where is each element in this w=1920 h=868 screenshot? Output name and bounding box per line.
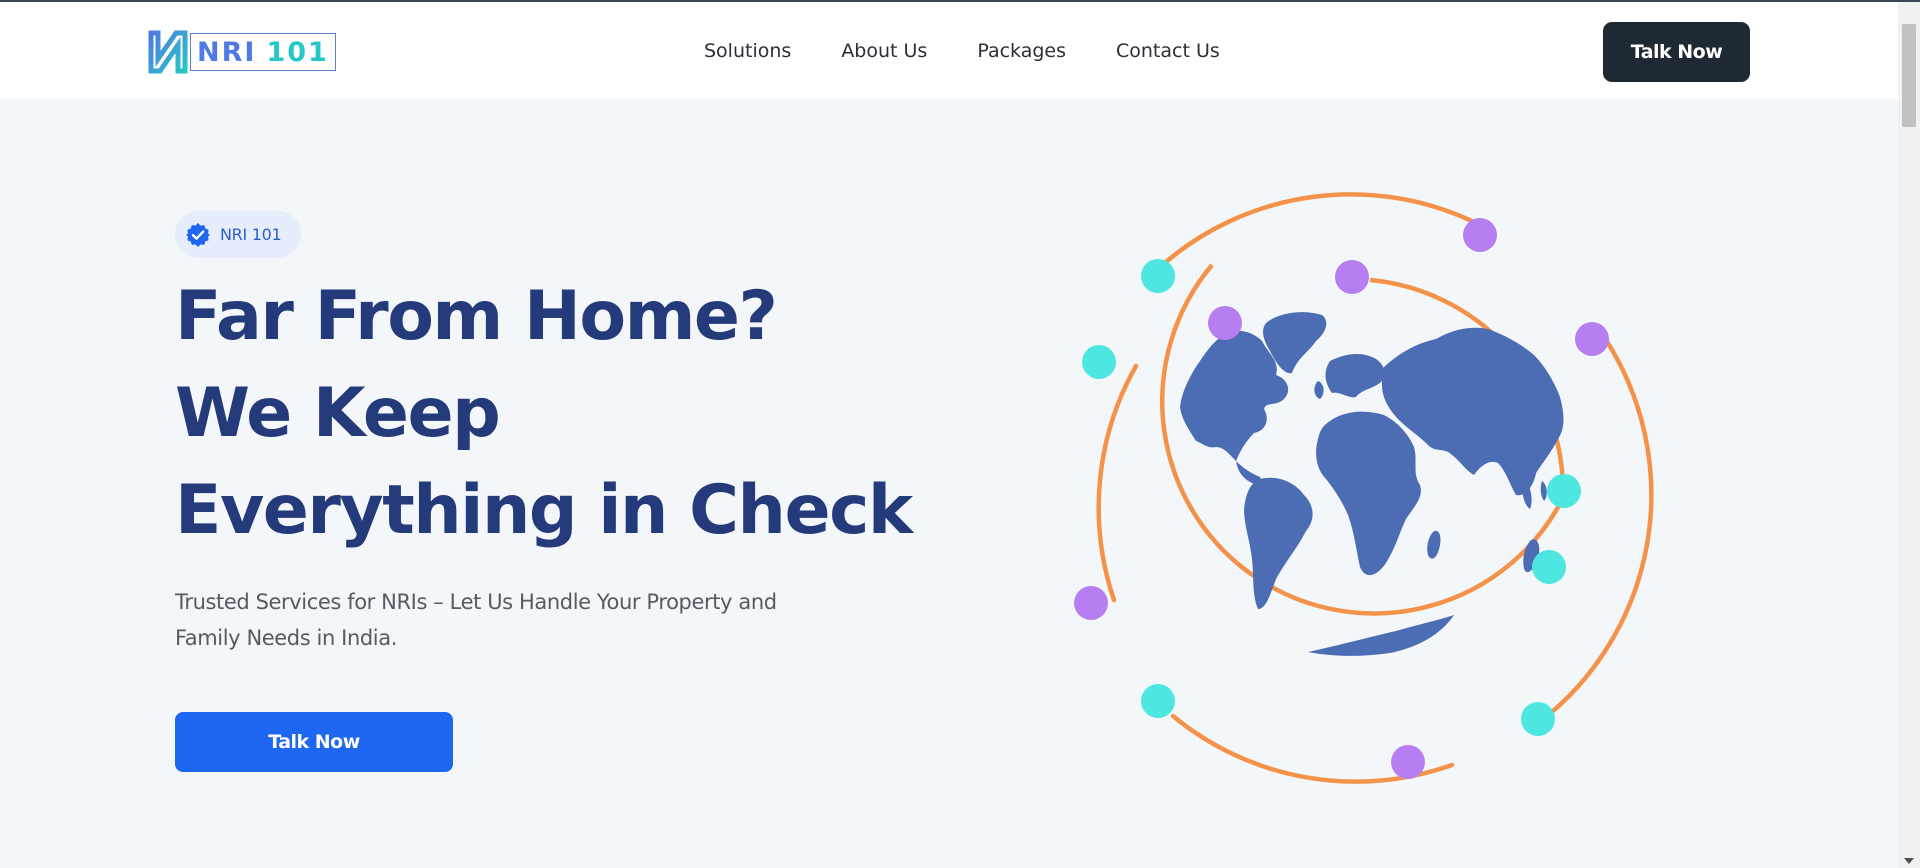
brand-logo[interactable]: NRI 101 [148, 29, 336, 75]
scrollbar-thumb[interactable] [1902, 24, 1916, 127]
hero-badge: NRI 101 [175, 211, 301, 258]
logo-text-number: 101 [266, 36, 329, 68]
main-nav: Solutions About Us Packages Contact Us [704, 40, 1220, 62]
badge-label: NRI 101 [220, 225, 282, 244]
nav-link-contact-us[interactable]: Contact Us [1116, 40, 1220, 62]
hero-headline: Far From Home? We Keep Everything in Che… [175, 268, 935, 559]
globe-orbit-illustration [1074, 192, 1654, 784]
headline-line-3: Everything in Check [175, 471, 913, 550]
page-scrollbar[interactable] [1898, 2, 1920, 868]
nav-link-packages[interactable]: Packages [977, 40, 1066, 62]
hero-subtext: Trusted Services for NRIs – Let Us Handl… [175, 590, 777, 650]
verified-check-icon [186, 222, 210, 247]
hero-talk-now-button[interactable]: Talk Now [175, 712, 453, 772]
globe-icon [1180, 312, 1564, 656]
headline-line-2: We Keep [175, 374, 501, 453]
headline-line-1: Far From Home? [175, 277, 778, 356]
scroll-down-arrow-icon[interactable] [1904, 858, 1914, 864]
page: NRI 101 Solutions About Us Packages Cont… [0, 0, 1920, 868]
nav-link-about-us[interactable]: About Us [841, 40, 927, 62]
nav-link-solutions[interactable]: Solutions [704, 40, 791, 62]
logo-wordmark: NRI 101 [190, 33, 336, 71]
logo-text-nri: NRI [197, 36, 257, 68]
site-header: NRI 101 Solutions About Us Packages Cont… [0, 2, 1898, 99]
n-logo-icon [148, 30, 188, 74]
header-talk-now-button[interactable]: Talk Now [1603, 22, 1750, 82]
